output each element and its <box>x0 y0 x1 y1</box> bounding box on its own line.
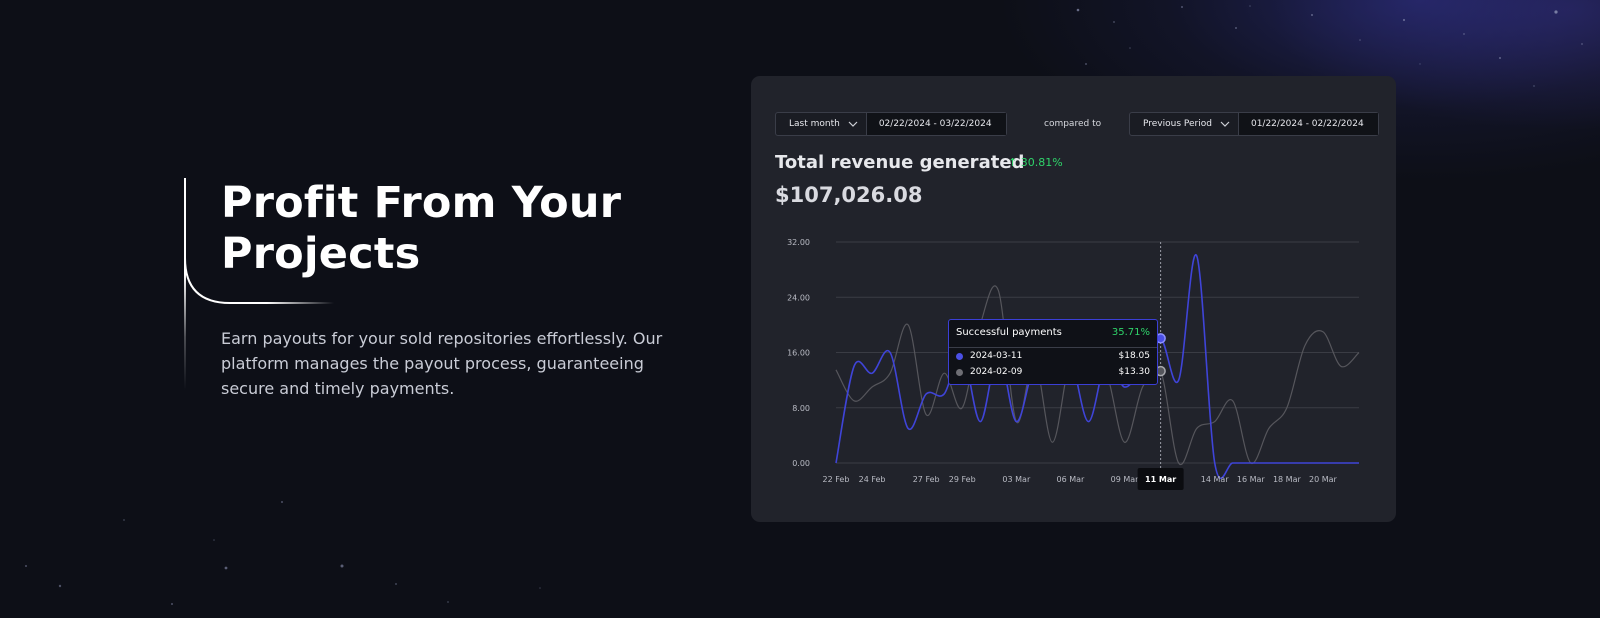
tooltip-row-date: 2024-03-11 <box>970 351 1023 361</box>
x-tick-label: 09 Mar <box>1111 475 1140 484</box>
y-tick-label: 8.00 <box>792 404 810 413</box>
tooltip-row: 2024-02-09 $13.30 <box>949 364 1157 380</box>
revenue-card: Last month 02/22/2024 - 03/22/2024 compa… <box>751 76 1396 522</box>
x-tick-label: 14 Mar <box>1201 475 1230 484</box>
chart-tooltip: Successful payments 35.71% 2024-03-11 $1… <box>948 319 1158 385</box>
x-tick-label: 16 Mar <box>1237 475 1266 484</box>
x-tick-label: 03 Mar <box>1002 475 1031 484</box>
tooltip-row-value: $13.30 <box>1118 367 1151 377</box>
page: Profit From Your Projects Earn payouts f… <box>0 0 1600 618</box>
x-tick-label: 27 Feb <box>913 475 940 484</box>
revenue-chart: 0.00 8.00 16.00 24.00 32.00 22 Feb 24 Feb 27 Fe… <box>787 238 1360 490</box>
y-tick-label: 0.00 <box>792 459 810 468</box>
x-tick-highlight-label: 11 Mar <box>1145 475 1176 484</box>
y-tick-label: 16.00 <box>787 349 810 358</box>
tooltip-change: 35.71% <box>1111 327 1150 338</box>
x-tick-label: 22 Feb <box>823 475 850 484</box>
x-tick-label: 06 Mar <box>1057 475 1086 484</box>
series-dot-icon <box>956 352 963 360</box>
y-tick-label: 32.00 <box>787 238 810 247</box>
x-tick-label: 18 Mar <box>1273 475 1302 484</box>
hero-description: Earn payouts for your sold repositories … <box>221 329 663 398</box>
tooltip-title: Successful payments <box>956 327 1062 338</box>
x-tick-label: 20 Mar <box>1309 475 1338 484</box>
x-tick-label: 24 Feb <box>859 475 886 484</box>
tooltip-row-value: $18.05 <box>1118 351 1151 361</box>
hero-title: Profit From Your Projects <box>221 178 622 279</box>
series-dot-icon <box>956 368 963 376</box>
tooltip-row-date: 2024-02-09 <box>970 367 1023 377</box>
tooltip-row: 2024-03-11 $18.05 <box>949 348 1157 364</box>
x-tick-label: 29 Feb <box>949 475 976 484</box>
y-tick-label: 24.00 <box>787 293 810 302</box>
